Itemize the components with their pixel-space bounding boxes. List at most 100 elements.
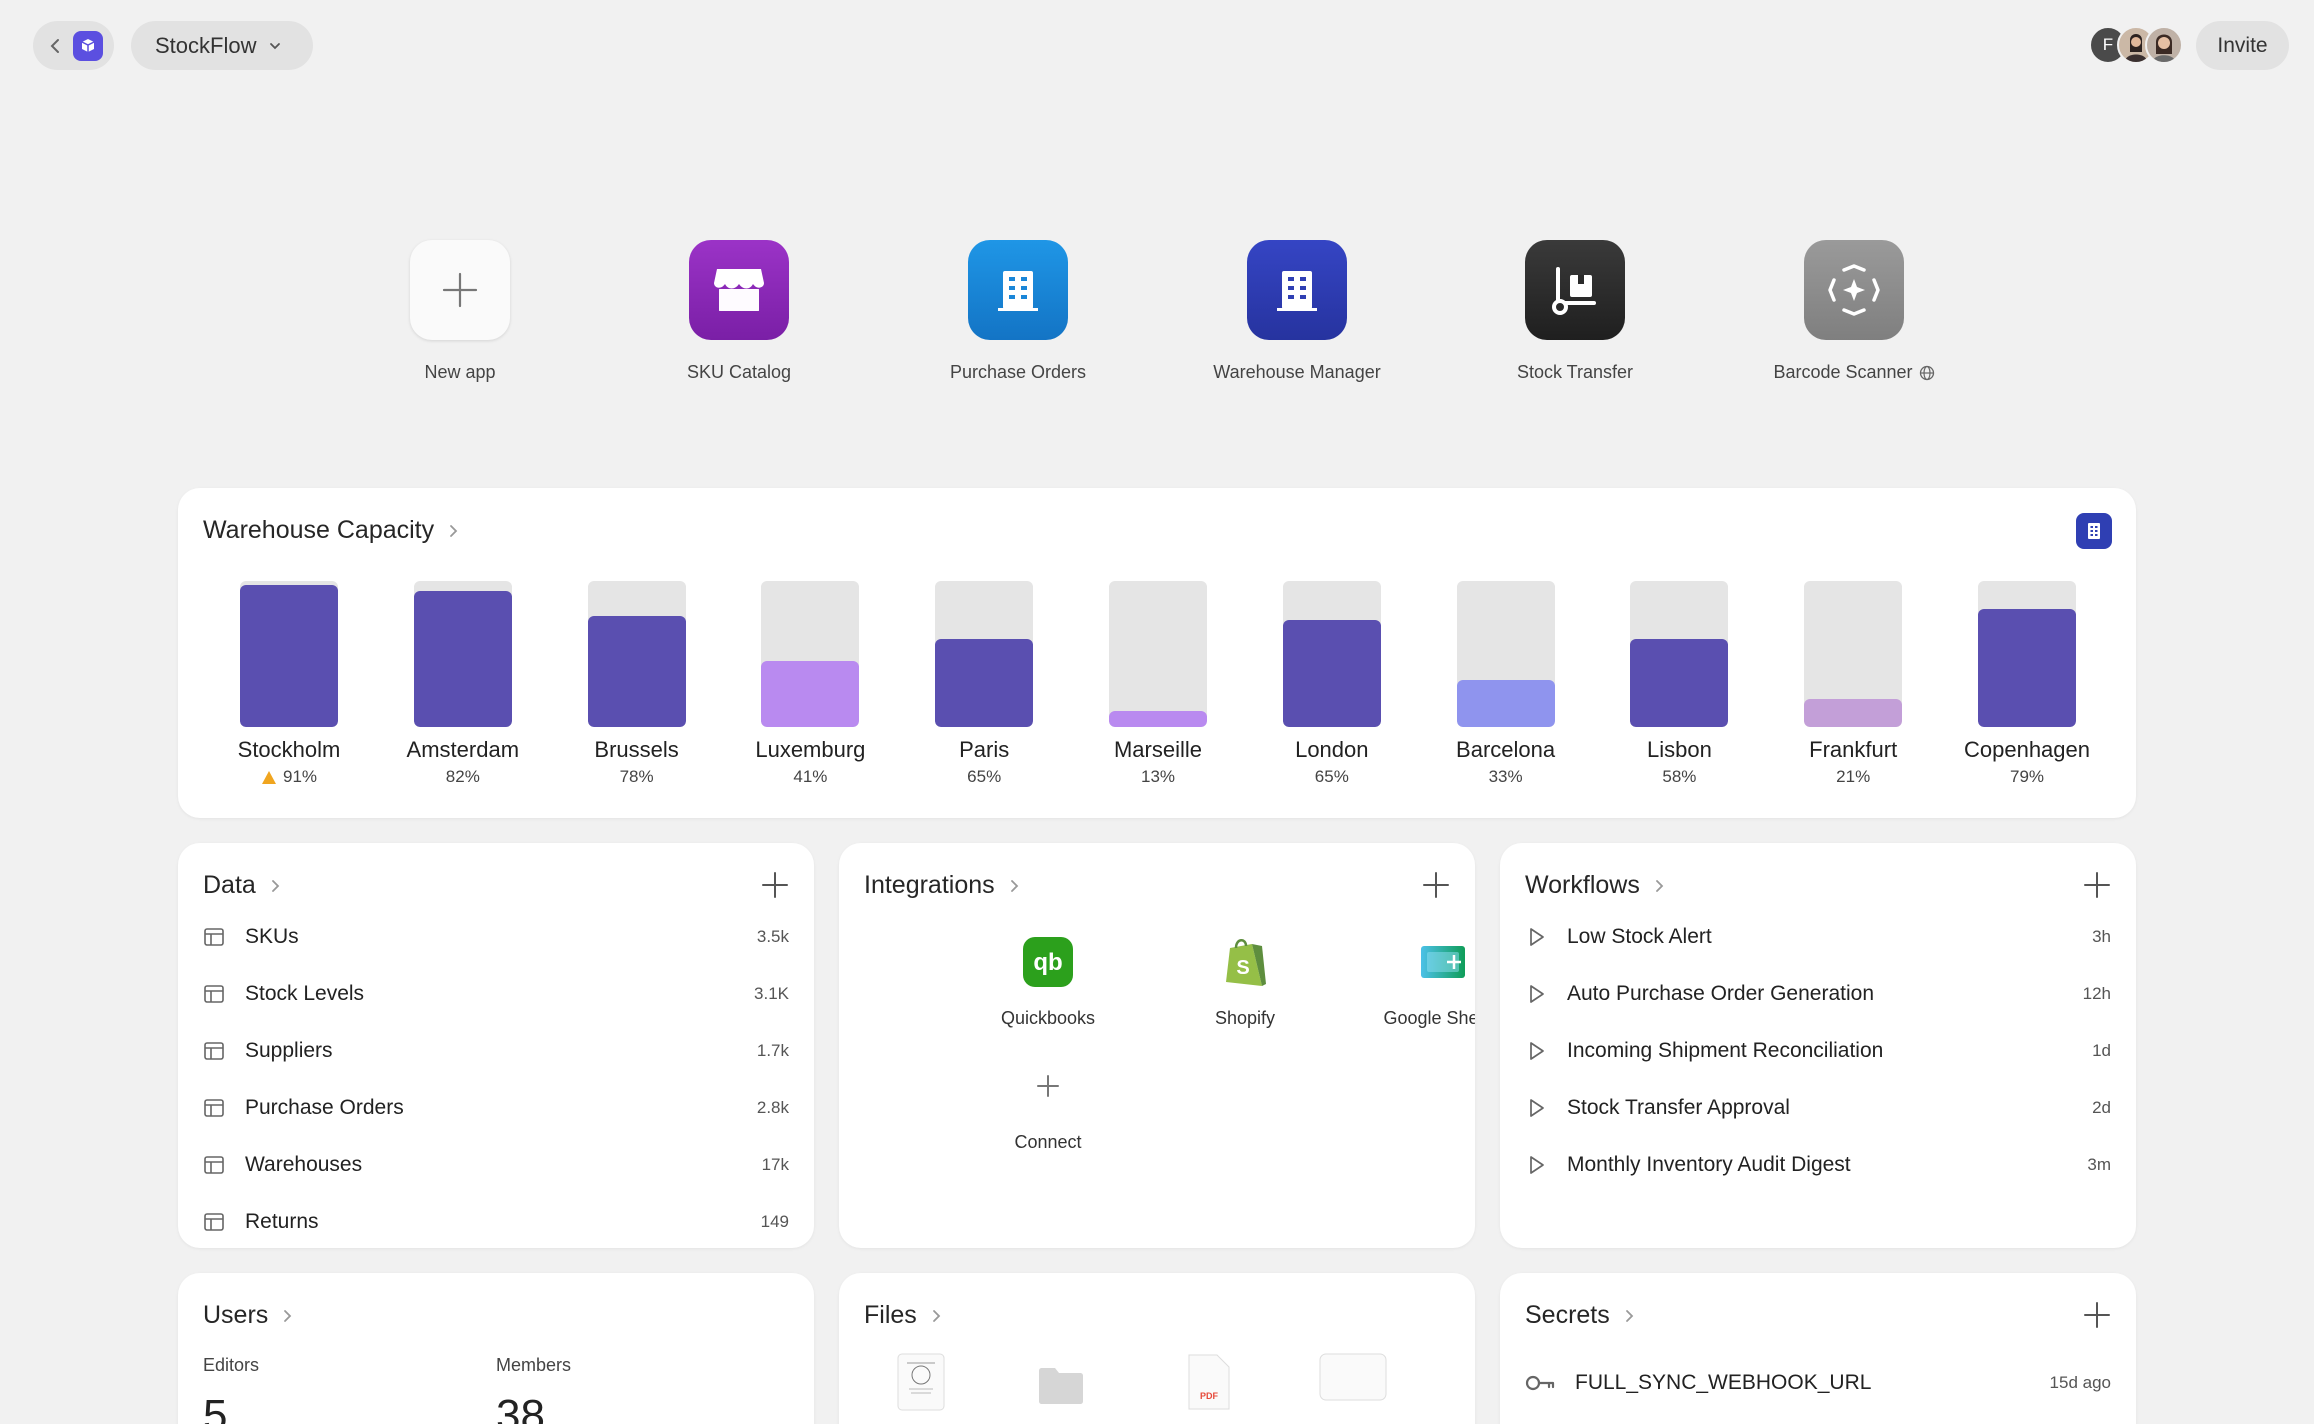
workflow-row[interactable]: Monthly Inventory Audit Digest 3m [1525,1145,2111,1185]
app-label: New app [424,362,496,382]
workflow-name: Stock Transfer Approval [1567,1096,1790,1119]
collaborator-avatars[interactable]: F [2089,26,2183,64]
capacity-percent: 79% [1948,767,2106,787]
percent-value: 78% [619,767,654,786]
card-title[interactable]: Data [203,871,282,900]
integration-label: Connect [1014,1132,1082,1152]
capacity-percent: 58% [1600,767,1758,787]
table-row[interactable]: Purchase Orders 2.8k [203,1088,789,1128]
add-workflow-button[interactable] [2082,870,2112,900]
percent-value: 91% [282,767,318,786]
table-name: Stock Levels [245,982,365,1005]
members-label: Members [496,1355,572,1375]
city-label: Barcelona [1456,737,1556,762]
members-count: 38 [496,1391,545,1424]
hand-truck-icon [1525,240,1625,340]
workflow-row[interactable]: Low Stock Alert 3h [1525,917,2111,957]
card-title[interactable]: Users [203,1301,294,1330]
invite-button[interactable]: Invite [2196,21,2289,70]
chevron-right-icon [932,1309,941,1322]
bar-track [1282,581,1381,727]
percent-value: 65% [1314,767,1349,786]
new-app-tile[interactable]: New app [345,240,575,383]
capacity-percent: 41% [731,767,889,787]
blank-file-thumbnail[interactable] [1319,1353,1387,1401]
app-switcher[interactable]: StockFlow [131,21,313,70]
percent-value: 41% [793,767,828,786]
row-count: 17k [761,1155,789,1174]
image-file-thumbnail[interactable] [897,1353,945,1411]
workflow-last-run: 1d [2092,1041,2111,1060]
app-label: Purchase Orders [949,362,1087,382]
card-title[interactable]: Workflows [1525,871,1666,900]
secret-name: FULL_SYNC_WEBHOOK_URL [1575,1371,1872,1394]
app-tile-sku-catalog[interactable]: SKU Catalog [624,240,854,383]
back-button[interactable] [33,21,114,70]
city-label: London [1295,737,1369,762]
city-label: Lisbon [1646,737,1712,762]
bar-track [1109,581,1207,727]
workflow-last-run: 3h [2092,927,2111,946]
bar-fill [935,639,1034,727]
bar-track [935,581,1034,727]
row-count: 2.8k [756,1098,789,1117]
card-title-text: Files [864,1301,917,1329]
table-row[interactable]: Suppliers 1.7k [203,1031,789,1071]
add-integration-button[interactable] [1421,870,1451,900]
table-name: Warehouses [245,1153,363,1176]
workflow-name: Monthly Inventory Audit Digest [1567,1153,1851,1176]
percent-value: 79% [2009,767,2045,786]
app-tile-barcode-scanner[interactable]: Barcode Scanner [1739,240,1969,383]
connect-integration-button[interactable]: Connect [958,1058,1138,1153]
bar-fill [587,616,686,727]
bar-fill [240,585,338,727]
capacity-percent: 13% [1079,767,1237,787]
bar-fill [1804,699,1903,727]
bar-track [761,581,860,727]
add-secret-button[interactable] [2082,1300,2112,1330]
card-title[interactable]: Files [864,1301,943,1330]
app-tile-stock-transfer[interactable]: Stock Transfer [1460,240,1690,383]
editors-label: Editors [203,1355,260,1375]
integration-label: Google Sheets [1383,1008,1475,1028]
folder-icon[interactable] [1037,1365,1085,1405]
chevron-right-icon [1655,879,1664,892]
capacity-percent: 78% [558,767,716,787]
bar-fill [761,661,860,727]
editors-count: 5 [203,1391,228,1424]
building-icon [968,240,1068,340]
bar-fill [413,591,512,727]
table-row[interactable]: Returns 149 [203,1202,789,1242]
row-count: 149 [760,1212,789,1231]
secret-row[interactable]: FULL_SYNC_WEBHOOK_URL 15d ago [1525,1363,2111,1403]
table-row[interactable]: Warehouses 17k [203,1145,789,1185]
table-row[interactable]: Stock Levels 3.1K [203,974,789,1014]
integration-google-sheets[interactable]: Google Sheets [1353,934,1475,1029]
app-tile-purchase-orders[interactable]: Purchase Orders [903,240,1133,383]
integration-shopify[interactable]: S Shopify [1155,934,1335,1029]
table-icon [204,1042,224,1060]
app-launcher: New app SKU Catalog Purchase Orders Ware… [0,240,2314,390]
app-name: StockFlow [155,32,257,58]
capacity-percent: 65% [905,767,1063,787]
card-title[interactable]: Secrets [1525,1301,1636,1330]
table-icon [204,1213,224,1231]
capacity-percent: 91% [210,767,368,787]
card-title[interactable]: Integrations [864,871,1021,900]
row-count: 1.7k [756,1041,789,1060]
integration-quickbooks[interactable]: qb Quickbooks [958,934,1138,1029]
avatar [2145,26,2183,64]
chevron-right-icon [271,879,280,892]
app-tile-warehouse-manager[interactable]: Warehouse Manager [1182,240,1412,383]
workflow-row[interactable]: Stock Transfer Approval 2d [1525,1088,2111,1128]
card-title-text: Integrations [864,871,995,899]
table-icon [204,928,224,946]
workflow-row[interactable]: Auto Purchase Order Generation 12h [1525,974,2111,1014]
play-icon [1530,1156,1544,1174]
shopify-glyph: S [1236,957,1249,979]
pdf-file-icon[interactable]: PDF [1187,1353,1231,1411]
workflow-row[interactable]: Incoming Shipment Reconciliation 1d [1525,1031,2111,1071]
chevron-right-icon [1625,1309,1634,1322]
table-row[interactable]: SKUs 3.5k [203,917,789,957]
add-data-button[interactable] [760,870,790,900]
